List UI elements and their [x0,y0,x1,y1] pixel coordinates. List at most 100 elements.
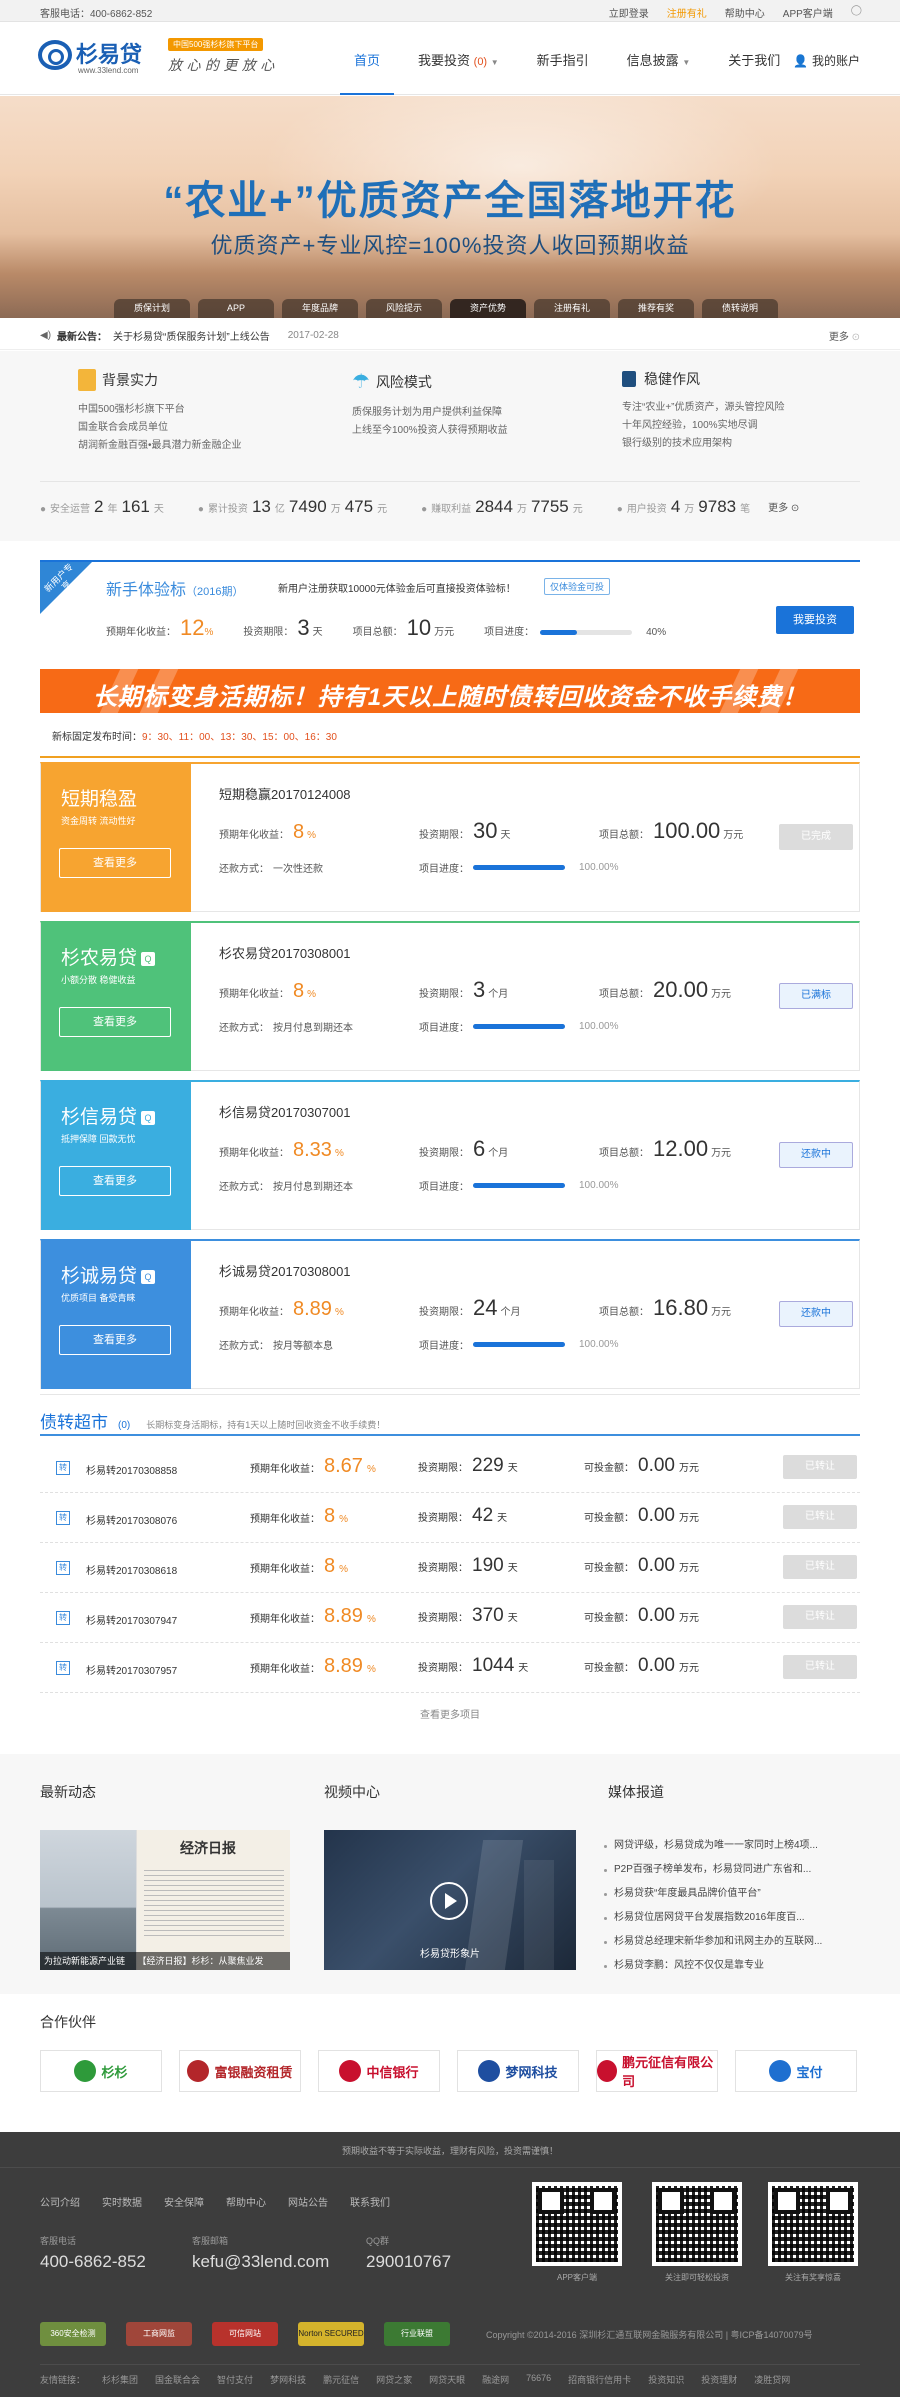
more-projects-link[interactable]: 查看更多项目 [0,1706,900,1721]
app-link[interactable]: APP客户端 [783,5,833,20]
friend-link[interactable]: 融途网 [482,2373,509,2386]
newbie-title[interactable]: 新手体验标（2016期） [106,576,244,600]
notice-link[interactable]: 关于杉易贷“质保服务计划”上线公告 [113,328,270,343]
banner-tab-active[interactable]: 资产优势 [450,299,526,318]
friend-link[interactable]: 智付支付 [217,2373,253,2386]
partner-logo[interactable]: 富银融资租赁 [179,2050,301,2092]
footer-link[interactable]: 公司介绍 [40,2194,80,2209]
media-item[interactable]: 杉易贷总经理宋新华参加和讯网主办的互联网... [604,1930,860,1954]
transfer-name[interactable]: 杉易转20170308618 [86,1562,177,1577]
friend-link[interactable]: 网贷天眼 [429,2373,465,2386]
register-link[interactable]: 注册有礼 [667,5,707,20]
transfer-name[interactable]: 杉易转20170308858 [86,1462,177,1477]
view-more-button[interactable]: 查看更多 [59,848,171,878]
news-image[interactable]: 经济日报 为拉动新能源产业链 【经济日报】杉杉：从聚焦业发 [40,1830,290,1970]
banner-tab[interactable]: 债转说明 [702,299,778,318]
nav-invest[interactable]: 我要投资 (0) ▼ [404,22,513,95]
cert-badge[interactable]: 360安全检测 [40,2322,106,2346]
video-player[interactable]: 杉易贷形象片 [324,1830,576,1970]
footer-mail[interactable]: kefu@33lend.com [192,2252,329,2272]
newbie-total: 10 [406,615,432,640]
product-status-button[interactable]: 已满标 [779,983,853,1009]
friend-link[interactable]: 投资理财 [701,2373,737,2386]
transfer-name[interactable]: 杉易转20170307957 [86,1662,177,1677]
transfer-row: 转 杉易转20170308076 预期年化收益： 8% 投资期限： 42 天 可投金额… [40,1493,860,1543]
banner-tab[interactable]: 推荐有奖 [618,299,694,318]
view-more-button[interactable]: 查看更多 [59,1325,171,1355]
footer-link[interactable]: 实时数据 [102,2194,142,2209]
nav-disclosure[interactable]: 信息披露 ▼ [613,22,705,95]
friend-link[interactable]: 鹏元征信 [323,2373,359,2386]
site-logo[interactable]: 杉易贷 www.33lend.com [38,40,142,75]
product-title[interactable]: 短期稳赢20170124008 [219,784,351,803]
media-item[interactable]: 杉易贷获“年度最具品牌价值平台” [604,1882,860,1906]
partner-logo[interactable]: 中信银行 [318,2050,440,2092]
friend-link[interactable]: 梦网科技 [270,2373,306,2386]
banner-tab[interactable]: 年度品牌 [282,299,358,318]
partner-logo[interactable]: 梦网科技 [457,2050,579,2092]
stats-more[interactable]: 更多 ⊙ [768,499,799,514]
product-status-button[interactable]: 还款中 [779,1142,853,1168]
friend-link[interactable]: 76676 [526,2373,551,2386]
hero-banner[interactable]: “农业+”优质资产全国落地开花 优质资产+专业风控=100%投资人收回预期收益 … [0,96,900,318]
invest-button[interactable]: 我要投资 [776,606,854,634]
nav-home[interactable]: 首页 [340,22,395,95]
product-card: 短期稳盈 资金周转 流动性好 查看更多 短期稳赢20170124008 预期年化… [40,762,860,912]
partner-logo[interactable]: 杉杉 [40,2050,162,2092]
partner-logo[interactable]: 宝付 [735,2050,857,2092]
media-item[interactable]: 杉易贷位居网贷平台发展指数2016年度百... [604,1906,860,1930]
friend-label: 友情链接： [40,2375,86,2385]
media-item[interactable]: P2P百强子榜单发布，杉易贷同进广东省和... [604,1858,860,1882]
footer-link[interactable]: 安全保障 [164,2194,204,2209]
wechat-icon[interactable]: ◯ [851,5,862,20]
footer-link[interactable]: 帮助中心 [226,2194,266,2209]
divider [40,1394,860,1395]
friend-link[interactable]: 凌胜贷网 [754,2373,790,2386]
product-title[interactable]: 杉农易贷20170308001 [219,943,351,962]
product-metrics: 预期年化收益： 8% 投资期限： 3 个月 项目总额： 20.00 万元 [219,977,732,1002]
friend-link[interactable]: 国金联合会 [155,2373,200,2386]
view-more-button[interactable]: 查看更多 [59,1007,171,1037]
banner-tab[interactable]: 注册有礼 [534,299,610,318]
header: 杉易贷 www.33lend.com 中国500强杉杉旗下平台 放 心 的 更 … [0,22,900,95]
footer-link[interactable]: 网站公告 [288,2194,328,2209]
footer-link[interactable]: 联系我们 [350,2194,390,2209]
friend-link[interactable]: 招商银行信用卡 [568,2373,631,2386]
product-side: 杉农易贷 Q 小额分散 稳健收益 查看更多 [41,923,191,1071]
transferred-button[interactable]: 已转让 [783,1455,857,1479]
partner-logo[interactable]: 鹏元征信有限公司 [596,2050,718,2092]
view-more-button[interactable]: 查看更多 [59,1166,171,1196]
notice-more[interactable]: 更多 ⊙ [829,328,860,343]
cert-badge[interactable]: Norton SECURED [298,2322,364,2346]
media-item[interactable]: 杉易贷李鹏：风控不仅仅是靠专业 [604,1954,860,1978]
nav-about[interactable]: 关于我们 [714,22,794,95]
product-title[interactable]: 杉信易贷20170307001 [219,1102,351,1121]
cert-badge[interactable]: 工商网监 [126,2322,192,2346]
transferred-button[interactable]: 已转让 [783,1555,857,1579]
news-caption-2: 【经济日报】杉杉：从聚焦业发 [137,1956,264,1966]
friend-link[interactable]: 杉杉集团 [102,2373,138,2386]
my-account[interactable]: 👤 我的账户 [793,52,860,69]
cert-badge[interactable]: 可信网站 [212,2322,278,2346]
transfer-name[interactable]: 杉易转20170307947 [86,1612,177,1627]
promo-banner[interactable]: 长期标变身活期标！持有1天以上随时债转回收资金不收手续费！ [40,669,860,713]
cert-badge[interactable]: 行业联盟 [384,2322,450,2346]
product-status-button[interactable]: 还款中 [779,1301,853,1327]
friend-link[interactable]: 投资知识 [648,2373,684,2386]
product-status-button[interactable]: 已完成 [779,824,853,850]
friend-link[interactable]: 网贷之家 [376,2373,412,2386]
banner-tab[interactable]: 质保计划 [114,299,190,318]
banner-tab[interactable]: 风险提示 [366,299,442,318]
help-link[interactable]: 帮助中心 [725,5,765,20]
nav-guide[interactable]: 新手指引 [523,22,603,95]
media-item[interactable]: 网贷评级，杉易贷成为唯一一家同时上榜4项... [604,1834,860,1858]
play-icon[interactable] [430,1882,468,1920]
transfer-name[interactable]: 杉易转20170308076 [86,1512,177,1527]
login-link[interactable]: 立即登录 [609,5,649,20]
transferred-button[interactable]: 已转让 [783,1605,857,1629]
product-title[interactable]: 杉诚易贷20170308001 [219,1261,351,1280]
banner-tab[interactable]: APP [198,299,274,318]
transfer-rate: 8.67 [324,1455,363,1477]
transferred-button[interactable]: 已转让 [783,1655,857,1679]
transferred-button[interactable]: 已转让 [783,1505,857,1529]
